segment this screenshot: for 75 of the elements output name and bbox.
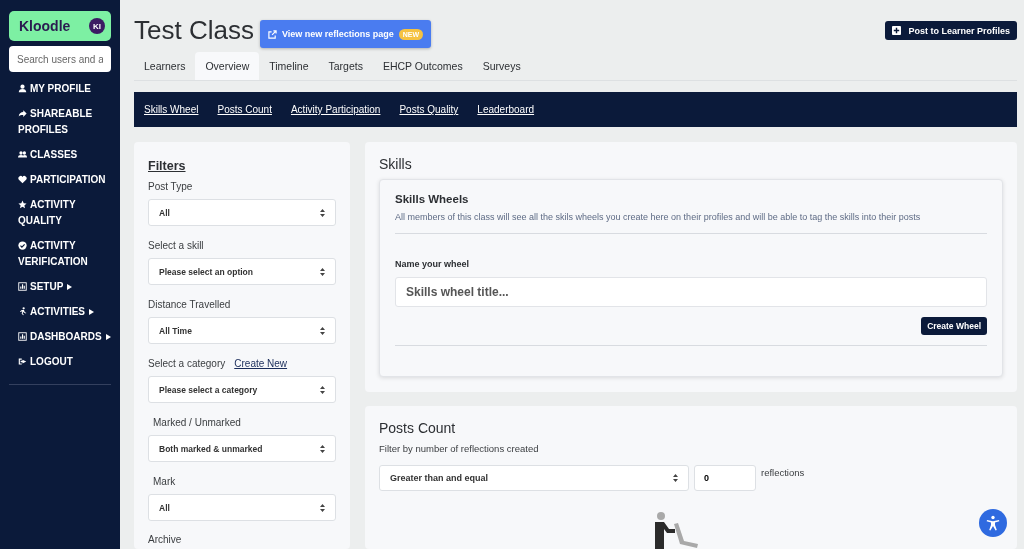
- filter-label: Archive: [148, 534, 183, 545]
- post-button[interactable]: Post to Learner Profiles: [885, 21, 1017, 40]
- tab[interactable]: Targets: [318, 52, 373, 80]
- filter-label: Mark: [153, 476, 176, 487]
- user-icon: [18, 84, 27, 93]
- tab[interactable]: Timeline: [259, 52, 319, 80]
- section-link[interactable]: Activity Participation: [290, 104, 381, 115]
- sort-icon: [320, 503, 325, 512]
- tab[interactable]: EHCP Outcomes: [372, 52, 473, 80]
- plus-icon: [892, 26, 902, 35]
- create-new-link[interactable]: Create New: [234, 358, 288, 369]
- heart-icon: [18, 175, 27, 184]
- wheel-title-field[interactable]: Skills wheel title...: [395, 277, 987, 307]
- avatar[interactable]: KI: [89, 18, 105, 34]
- tab[interactable]: Overview: [195, 52, 260, 80]
- section-link[interactable]: Leaderboard: [477, 104, 535, 115]
- nav-item[interactable]: SETUP: [18, 279, 111, 295]
- filter-label: Marked / Unmarked: [153, 417, 241, 428]
- nav-item[interactable]: DASHBOARDS: [18, 329, 111, 345]
- star-icon: [18, 200, 27, 209]
- filter-select[interactable]: All Time: [148, 317, 336, 344]
- nav-item[interactable]: ACTIVITIES: [18, 304, 111, 320]
- filter-select[interactable]: Please select an option: [148, 258, 336, 285]
- filters-title: Filters: [148, 159, 186, 173]
- sort-icon: [320, 444, 325, 453]
- figure-drawing: [652, 512, 700, 549]
- sort-icon: [320, 326, 325, 335]
- sort-icon: [320, 385, 325, 394]
- section-link[interactable]: Posts Quality: [399, 104, 459, 115]
- field-label: Name your wheel: [395, 259, 471, 269]
- nav-item[interactable]: LOGOUT: [18, 354, 111, 370]
- nav-item[interactable]: SHAREABLE PROFILES: [18, 106, 111, 138]
- section-link[interactable]: Skills Wheel: [144, 104, 199, 115]
- sort-icon: [320, 208, 325, 217]
- section-link[interactable]: Posts Count: [217, 104, 272, 115]
- filter-label: Select a skill: [148, 240, 204, 251]
- section-subtitle: Filter by number of reflections created: [379, 443, 540, 454]
- section-title: Posts Count: [379, 420, 457, 436]
- panel-title: Skills Wheels: [395, 193, 470, 205]
- share-icon: [18, 109, 27, 118]
- unit-label: reflections: [761, 467, 805, 478]
- nav-item[interactable]: MY PROFILE: [18, 81, 111, 97]
- sort-icon: [673, 474, 678, 482]
- search-field[interactable]: Search users and a: [9, 46, 111, 72]
- page-title: Test Class: [134, 15, 254, 45]
- filter-label: Select a category: [148, 358, 226, 369]
- panel-description: All members of this class will see all the skils wheels you create here on their profiles and will be able to tag the skills into their posts: [395, 212, 987, 234]
- filter-select[interactable]: Please select a category: [148, 376, 336, 403]
- filter-select[interactable]: All: [148, 494, 336, 521]
- check-circle-icon: [18, 241, 27, 250]
- chart-icon: [18, 282, 27, 291]
- sort-icon: [320, 267, 325, 276]
- comparison-select[interactable]: Greater than and equal: [379, 465, 689, 491]
- tab[interactable]: Learners: [134, 52, 196, 80]
- runner-icon: [18, 307, 27, 316]
- external-link-icon: [267, 29, 277, 39]
- chart-icon: [18, 332, 27, 341]
- accessibility-icon: [985, 515, 1001, 531]
- tab[interactable]: Surveys: [472, 52, 531, 80]
- count-field[interactable]: 0: [694, 465, 756, 491]
- filter-label: Distance Travelled: [148, 299, 231, 310]
- logo-text: Kloodle: [19, 18, 71, 34]
- filter-label: Post Type: [148, 181, 193, 192]
- nav-item[interactable]: ACTIVITY VERIFICATION: [18, 238, 111, 270]
- nav-item[interactable]: ACTIVITY QUALITY: [18, 197, 111, 229]
- users-icon: [18, 150, 27, 159]
- filter-select[interactable]: Both marked & unmarked: [148, 435, 336, 462]
- section-title: Skills: [379, 156, 413, 172]
- filter-select[interactable]: All: [148, 199, 336, 226]
- logout-icon: [18, 357, 27, 366]
- logo-badge[interactable]: Kloodle KI: [9, 11, 111, 41]
- accessibility-button[interactable]: [979, 509, 1007, 537]
- nav-item[interactable]: PARTICIPATION: [18, 172, 111, 188]
- nav-item[interactable]: CLASSES: [18, 147, 111, 163]
- create-wheel-button[interactable]: Create Wheel: [921, 317, 987, 335]
